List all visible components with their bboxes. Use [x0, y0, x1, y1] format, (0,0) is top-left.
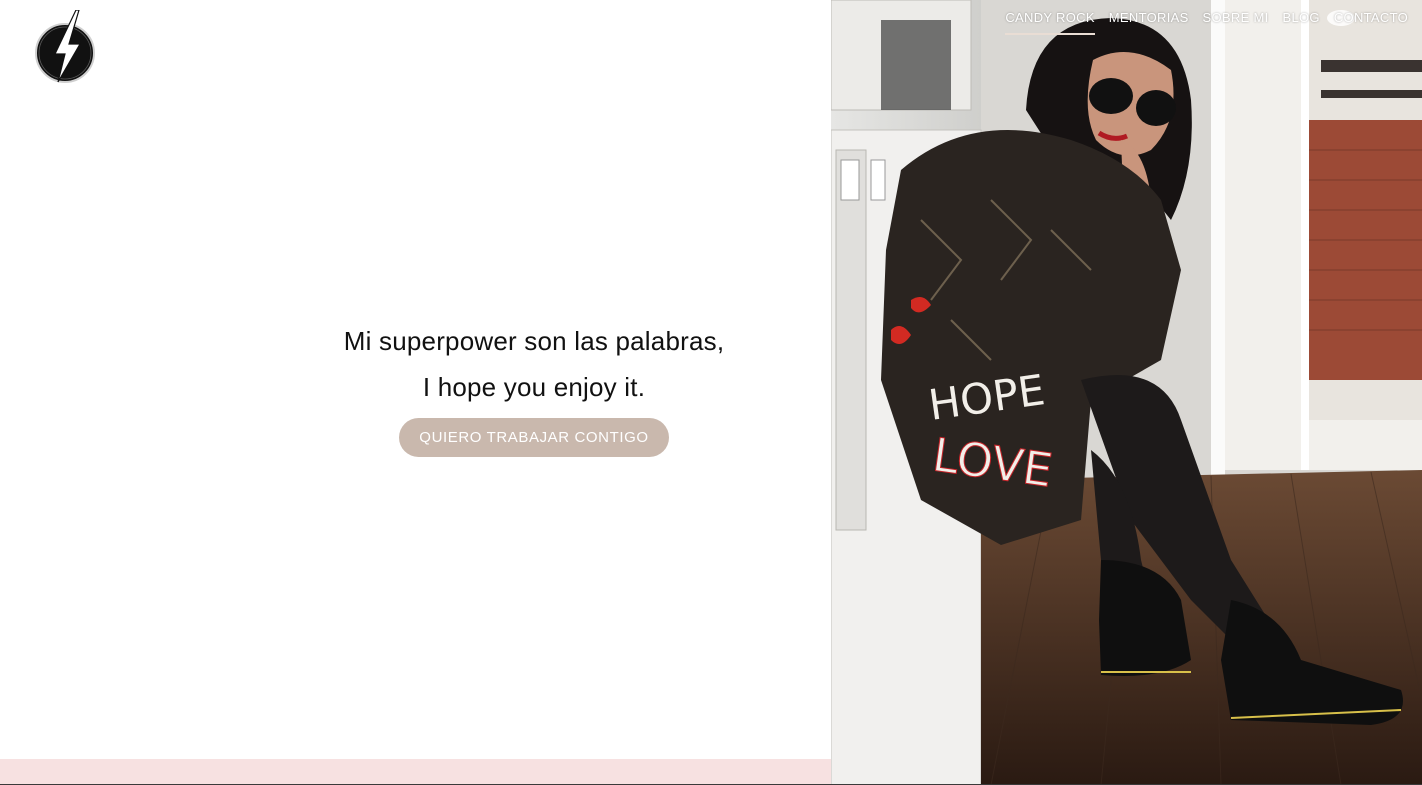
nav-item-candy-rock[interactable]: CANDY ROCK [1005, 8, 1095, 35]
main-nav: CANDY ROCK MENTORIAS SOBRE MI BLOG CONTA… [1005, 8, 1408, 35]
photo-illustration: HOPE LOVE [831, 0, 1422, 785]
footer-strip [0, 759, 831, 784]
nav-item-contacto[interactable]: CONTACTO [1334, 8, 1408, 35]
hero-photo: HOPE LOVE CANDY ROCK MENTORIAS SOBRE MI … [831, 0, 1422, 785]
nav-item-blog[interactable]: BLOG [1283, 8, 1320, 35]
work-with-me-button[interactable]: QUIERO TRABAJAR CONTIGO [399, 418, 669, 457]
nav-item-sobre-mi[interactable]: SOBRE MI [1203, 8, 1269, 35]
nav-item-mentorias[interactable]: MENTORIAS [1109, 8, 1189, 35]
logo-link[interactable] [33, 9, 97, 86]
lightning-bolt-icon [35, 9, 95, 83]
